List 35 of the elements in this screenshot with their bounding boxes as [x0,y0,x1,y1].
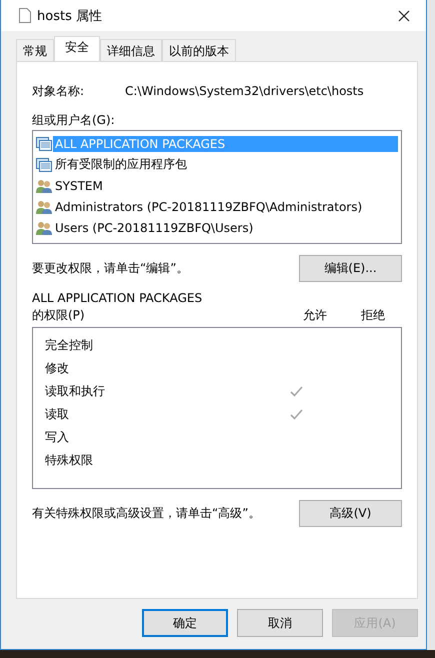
tab[interactable]: 详细信息 [100,39,162,61]
permission-name: 完全控制 [45,337,94,354]
permission-name: 写入 [45,429,70,446]
principal-item[interactable]: Administrators (PC-20181119ZBFQ\Administrators) [53,198,398,214]
permission-name: 读取 [45,406,70,423]
tab[interactable]: 常规 [16,39,54,61]
package-icon [36,136,52,150]
users-icon [36,178,52,192]
object-name-label: 对象名称: [32,82,86,100]
principals-label: 组或用户名(G): [32,112,116,129]
permission-name: 读取和执行 [45,383,106,400]
edit-button[interactable]: 编辑(E)... [299,254,402,282]
permission-name: 特殊权限 [45,452,94,469]
permission-name: 修改 [45,360,70,377]
allow-header: 允许 [302,307,328,324]
deny-header: 拒绝 [360,307,386,324]
window-title: hosts 属性 [37,8,103,24]
dialog-button[interactable]: 取消 [237,609,323,637]
permissions-label: 的权限(P) [32,307,86,324]
advanced-button[interactable]: 高级(V) [299,500,402,526]
edit-hint: 要更改权限，请单击“编辑”。 [32,260,188,276]
users-icon [36,220,52,234]
close-icon[interactable] [398,10,410,22]
advanced-hint: 有关特殊权限或高级设置，请单击“高级”。 [32,504,260,522]
tab[interactable]: 以前的版本 [162,39,236,61]
dialog-button[interactable]: 确定 [142,609,228,637]
principal-item[interactable]: Users (PC-20181119ZBFQ\Users) [53,220,398,236]
package-icon [36,158,52,172]
object-path: C:\Windows\System32\drivers\etc\hosts [125,84,364,98]
users-icon [36,200,52,214]
permissions-title: ALL APPLICATION PACKAGES [32,290,204,307]
principal-item[interactable]: 所有受限制的应用程序包 [53,155,398,174]
file-icon [19,8,31,23]
tab[interactable]: 安全 [54,36,100,61]
principal-item[interactable]: SYSTEM [53,178,398,194]
